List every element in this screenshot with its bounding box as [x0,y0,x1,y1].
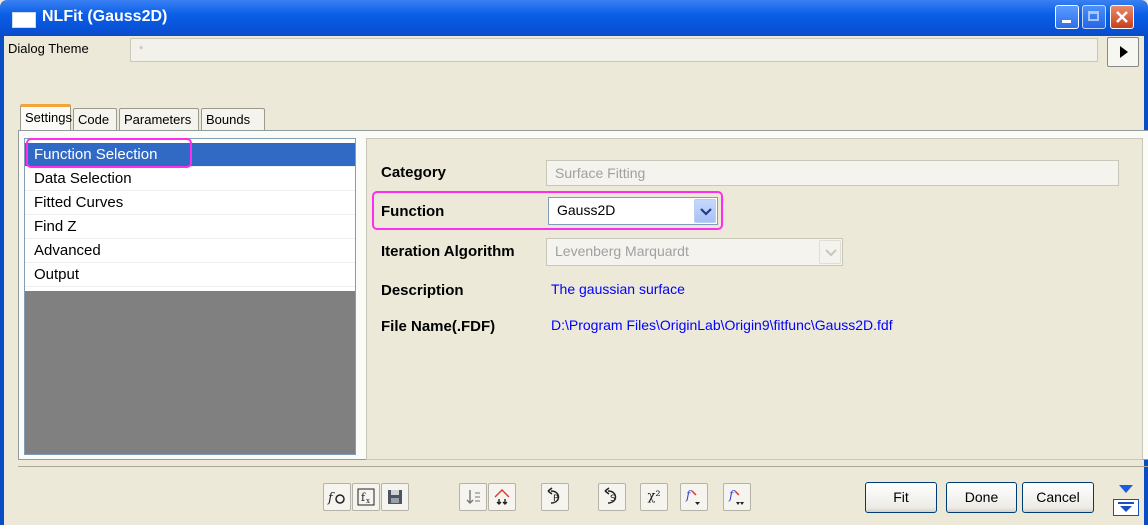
chevron-down-icon [825,249,837,257]
nav-item-find-z[interactable]: Find Z [25,215,355,239]
svg-text:P: P [553,494,559,504]
window-icon [12,12,36,28]
iteration-algorithm-value: Levenberg Marquardt [555,243,689,259]
sort-order-icon [466,490,480,504]
sort-order-button[interactable] [459,483,487,511]
chi-square-button[interactable]: χ² [640,483,668,511]
nav-item-data-selection[interactable]: Data Selection [25,167,355,191]
file-name-label: File Name(.FDF) [381,318,496,335]
fit-one-iteration-icon: f [728,488,744,505]
highlight-box-function [372,191,723,230]
tab-parameters[interactable]: Parameters [119,108,199,130]
chi-square-icon: χ² [647,489,661,504]
s-undo-icon: S [604,487,617,504]
collapse-up-button[interactable] [1113,481,1139,498]
fit-iteration-button[interactable]: f [680,483,708,511]
s-undo-button[interactable]: S [598,483,626,511]
dialog-theme-label: Dialog Theme [8,41,89,56]
title-bar[interactable]: NLFit (Gauss2D) [0,0,1148,36]
fit-button[interactable]: Fit [865,482,937,513]
tab-settings[interactable]: Settings [20,104,72,131]
function-builder-icon: f [327,491,345,506]
nav-item-advanced[interactable]: Advanced [25,239,355,263]
dialog-theme-value: * [139,44,144,56]
svg-text:f: f [728,488,736,502]
done-button[interactable]: Done [946,482,1017,513]
tab-bounds[interactable]: Bounds [201,108,265,130]
svg-text:x: x [366,497,370,505]
iteration-algorithm-label: Iteration Algorithm [381,243,515,260]
fit-until-converge-icon: f [685,488,700,505]
category-field: Surface Fitting [546,160,1119,186]
theme-menu-button[interactable] [1107,37,1139,67]
parameter-undo-button[interactable]: P [541,483,569,511]
arrow-down-bar-icon [1118,502,1134,512]
iteration-algorithm-select: Levenberg Marquardt [546,238,843,266]
nav-item-fitted-curves[interactable]: Fitted Curves [25,191,355,215]
dialog-theme-field[interactable]: * [130,38,1098,62]
minimize-button[interactable] [1055,5,1079,29]
file-name-value: D:\Program Files\OriginLab\Origin9\fitfu… [551,317,893,333]
fx-edit-icon: fx [357,488,375,506]
category-label: Category [381,164,447,181]
svg-text:f: f [685,488,693,502]
function-settings-panel [366,138,1143,460]
description-value: The gaussian surface [551,281,685,297]
svg-text:f: f [327,491,335,506]
fx-edit-button[interactable]: fx [352,483,380,511]
save-icon [388,490,402,504]
description-label: Description [381,282,464,299]
fit-one-iteration-button[interactable]: f [723,483,751,511]
close-button[interactable] [1110,5,1134,29]
separator [18,466,1148,467]
close-icon [1116,11,1128,23]
fitting-multi-icon [494,489,510,505]
window-title: NLFit (Gauss2D) [42,8,168,25]
function-builder-button[interactable]: f [323,483,351,511]
highlight-box-function-selection [26,138,192,168]
nav-item-output[interactable]: Output [25,263,355,287]
maximize-button[interactable] [1082,5,1106,29]
p-undo-icon: P [547,487,560,504]
settings-nav-list[interactable]: Function Selection Data Selection Fitted… [24,138,356,455]
arrow-down-icon [1119,485,1133,493]
svg-text:S: S [610,494,616,504]
save-button[interactable] [381,483,409,511]
window-border-left [0,36,4,525]
fitting-multi-button[interactable] [488,483,516,511]
iteration-dropdown-button [819,240,841,264]
expand-down-button[interactable] [1113,499,1139,516]
tab-code[interactable]: Code [73,108,117,130]
nav-list-empty-area [25,291,355,454]
cancel-button[interactable]: Cancel [1022,482,1094,513]
